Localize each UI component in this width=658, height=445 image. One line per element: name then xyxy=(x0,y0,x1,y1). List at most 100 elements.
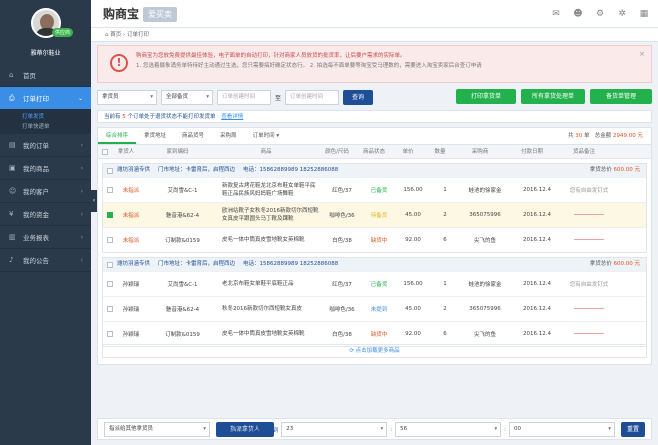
picker-cell[interactable]: 未指派 xyxy=(117,186,145,194)
qr-icon[interactable]: ▦ xyxy=(638,8,650,20)
product-name-cell[interactable]: 老北京布鞋女单鞋平底鞋正品 xyxy=(220,280,322,288)
sidebar-item-customers[interactable]: ☺ 我的客户 › xyxy=(0,180,91,203)
date-cell: 2016.12.4 xyxy=(523,187,551,193)
note-cell[interactable]: 您有自由发钉式 xyxy=(564,280,614,288)
row-checkbox[interactable] xyxy=(107,236,113,243)
product-name-cell[interactable]: 新款复古烤花鞋龙北京布鞋女单鞋平底鞋正品民族风妈妈鞋广场舞鞋 xyxy=(220,182,322,198)
breadcrumb-home[interactable]: 首页 xyxy=(110,32,121,38)
stock-select[interactable]: 全部备货 xyxy=(161,89,213,105)
tab-sku[interactable]: 商品货号 xyxy=(174,128,212,144)
picker-cell[interactable]: 孙颖瑞 xyxy=(117,330,145,338)
sidebar-item-funds[interactable]: ¥ 我的资金 › xyxy=(0,203,91,226)
qty-cell: 1 xyxy=(443,281,447,287)
select-all-checkbox[interactable] xyxy=(102,148,108,155)
status-badge: 已备货 xyxy=(370,282,388,288)
code-cell: 魅音港&62-4 xyxy=(165,307,200,313)
buyer-address: 门市地址：卡雷育后，启程西边 xyxy=(158,261,236,267)
view-details-link[interactable]: 查看详情 xyxy=(221,114,243,120)
chevron-right-icon: › xyxy=(80,210,83,218)
picker-select[interactable]: 拿货员 xyxy=(97,89,157,105)
product-name-cell[interactable]: 秋冬2016新款切尔西短靴女真皮 xyxy=(220,305,322,313)
note-cell[interactable] xyxy=(564,212,614,218)
table-row[interactable]: 孙颖瑞 订制款&0159 皮毛一体中筒真皮雪地靴女英棉靴 白色/38 缺货中 9… xyxy=(103,321,646,346)
product-name-cell[interactable]: 皮毛一体中筒真皮雪地靴女英棉靴 xyxy=(220,330,322,338)
sidebar-item-notices[interactable]: ♪ 我的公告 › xyxy=(0,249,91,272)
tab-purchase-week[interactable]: 采购周 xyxy=(212,128,245,144)
row-checkbox[interactable] xyxy=(107,211,113,218)
order-panel: 综合排序 拿货地址 商品货号 采购周 订单时间 ▾ 共 30 单 总金额 294… xyxy=(97,127,652,365)
shop-name: 雅蒂尔鞋业 xyxy=(30,50,61,57)
picker-cell[interactable]: 孙颖瑞 xyxy=(117,305,145,313)
date-to-input[interactable]: 订单创建时间 xyxy=(285,89,340,105)
group-checkbox[interactable] xyxy=(107,167,113,174)
tab-order-time[interactable]: 订单时间 ▾ xyxy=(245,128,288,144)
sidebar-item-goods[interactable]: ▣ 我的商品 › xyxy=(0,157,91,180)
picker-cell[interactable]: 孙颖瑞 xyxy=(117,280,145,288)
assign-select[interactable]: 指派给其他拿货员 xyxy=(104,421,210,437)
product-name-cell[interactable]: 欧洲站靴子女秋冬2016新款切尔西短靴女真皮平跟圆头马丁靴及踝靴 xyxy=(220,207,322,223)
buyer-name[interactable]: 潍坊羽涵专供 xyxy=(117,164,150,177)
row-checkbox[interactable] xyxy=(107,280,113,287)
date-from-input[interactable]: 订单创建时间 xyxy=(217,89,271,105)
vendor-cell: 蛙池的徐家金 xyxy=(468,282,502,288)
status-badge: 缺货中 xyxy=(370,332,388,338)
tab-address[interactable]: 拿货地址 xyxy=(136,128,174,144)
order-summary: 共 30 单 总金额 2949.00 元 xyxy=(567,133,643,139)
table-row[interactable]: 孙颖瑞 魅音港&62-4 秋冬2016新款切尔西短靴女真皮 咖啡色/36 未提到… xyxy=(103,296,646,321)
qty-cell: 6 xyxy=(443,331,447,337)
buyer-phone: 电话：15862889989 18252886088 xyxy=(243,167,339,173)
row-checkbox[interactable] xyxy=(107,305,113,312)
product-name-cell[interactable]: 皮毛一体中筒真皮雪地靴女英棉靴 xyxy=(220,236,322,244)
note-cell[interactable]: 您有自由发钉式 xyxy=(564,186,614,194)
table-row[interactable]: 未指派 订制款&0159 皮毛一体中筒真皮雪地靴女英棉靴 白色/38 缺货中 9… xyxy=(103,227,646,252)
load-more-button[interactable]: ⟳ 点击加载更多商品 xyxy=(102,344,647,358)
sidebar-item-order-print[interactable]: ⎙ 订单打印 ⌄ xyxy=(0,87,91,110)
chevron-right-icon: › xyxy=(80,141,83,149)
return-count: 5 xyxy=(122,114,126,120)
note-cell[interactable] xyxy=(564,306,614,312)
query-button[interactable]: 查询 xyxy=(343,89,374,105)
buyer-phone: 电话：15862889989 18252886088 xyxy=(243,261,339,267)
order-icon: ▤ xyxy=(9,141,16,149)
gear-icon[interactable]: ⚙ xyxy=(594,8,606,20)
sidebar-item-home[interactable]: ⌂ 首页 xyxy=(0,64,91,87)
price-cell: 45.00 xyxy=(405,306,421,312)
sidebar-item-orders[interactable]: ▤ 我的订单 › xyxy=(0,134,91,157)
submenu-item-express[interactable]: 打单快递单 xyxy=(0,122,91,132)
print-pick-list-button[interactable]: 打印拿货单 xyxy=(456,89,516,104)
all-pick-lists-button[interactable]: 所有拿货处理单 xyxy=(521,89,585,104)
main-content: ! 购商宝为您放免费提供最佳体验，电子面单的自动打印，针对商家人员放货的批货率，… xyxy=(97,45,652,365)
vendor-cell: 尖飞的鱼 xyxy=(473,238,496,244)
picker-cell[interactable]: 未指派 xyxy=(117,211,145,219)
group-checkbox[interactable] xyxy=(107,261,113,268)
submenu-item-ship[interactable]: 打单发货 xyxy=(0,112,91,122)
date-cell: 2016.12.4 xyxy=(523,281,551,287)
user-icon[interactable]: ☻ xyxy=(572,8,584,20)
price-cell: 156.00 xyxy=(403,281,423,287)
hour-select[interactable]: 23 xyxy=(281,422,388,437)
tab-overall[interactable]: 综合排序 xyxy=(98,128,137,144)
message-icon[interactable]: ✉ xyxy=(550,8,562,20)
note-cell[interactable] xyxy=(564,237,614,243)
table-row[interactable]: 未指派 艾尚雪&C-1 新款复古烤花鞋龙北京布鞋女单鞋平底鞋正品民族风妈妈鞋广场… xyxy=(103,177,646,202)
table-row[interactable]: 孙颖瑞 艾尚雪&C-1 老北京布鞋女单鞋平底鞋正品 红色/37 已备货 156.… xyxy=(103,271,646,296)
status-badge: 已备货 xyxy=(370,188,388,194)
table-row[interactable]: 未指派 魅音港&62-4 欧洲站靴子女秋冬2016新款切尔西短靴女真皮平跟圆头马… xyxy=(103,202,646,227)
note-cell[interactable] xyxy=(564,331,614,337)
reset-button[interactable]: 重置 xyxy=(620,422,645,437)
warning-icon: ! xyxy=(110,54,128,72)
sidebar-item-reports[interactable]: ▥ 业务报表 › xyxy=(0,226,91,249)
wallet-icon: ¥ xyxy=(9,210,14,218)
second-select[interactable]: 00 xyxy=(508,422,615,437)
row-checkbox[interactable] xyxy=(107,186,113,193)
picker-cell[interactable]: 未指派 xyxy=(117,236,145,244)
buyer-name[interactable]: 潍坊羽涵专供 xyxy=(117,258,150,271)
chevron-down-icon: ⌄ xyxy=(77,94,83,102)
stock-manage-button[interactable]: 备货单管理 xyxy=(590,89,652,104)
settings-icon[interactable]: ✲ xyxy=(616,8,628,20)
minute-select[interactable]: 56 xyxy=(395,422,502,437)
row-checkbox[interactable] xyxy=(107,330,113,337)
breadcrumb-current: 订单打印 xyxy=(126,32,149,38)
date-to-label: 至 xyxy=(275,94,282,102)
close-icon[interactable]: × xyxy=(639,49,645,59)
